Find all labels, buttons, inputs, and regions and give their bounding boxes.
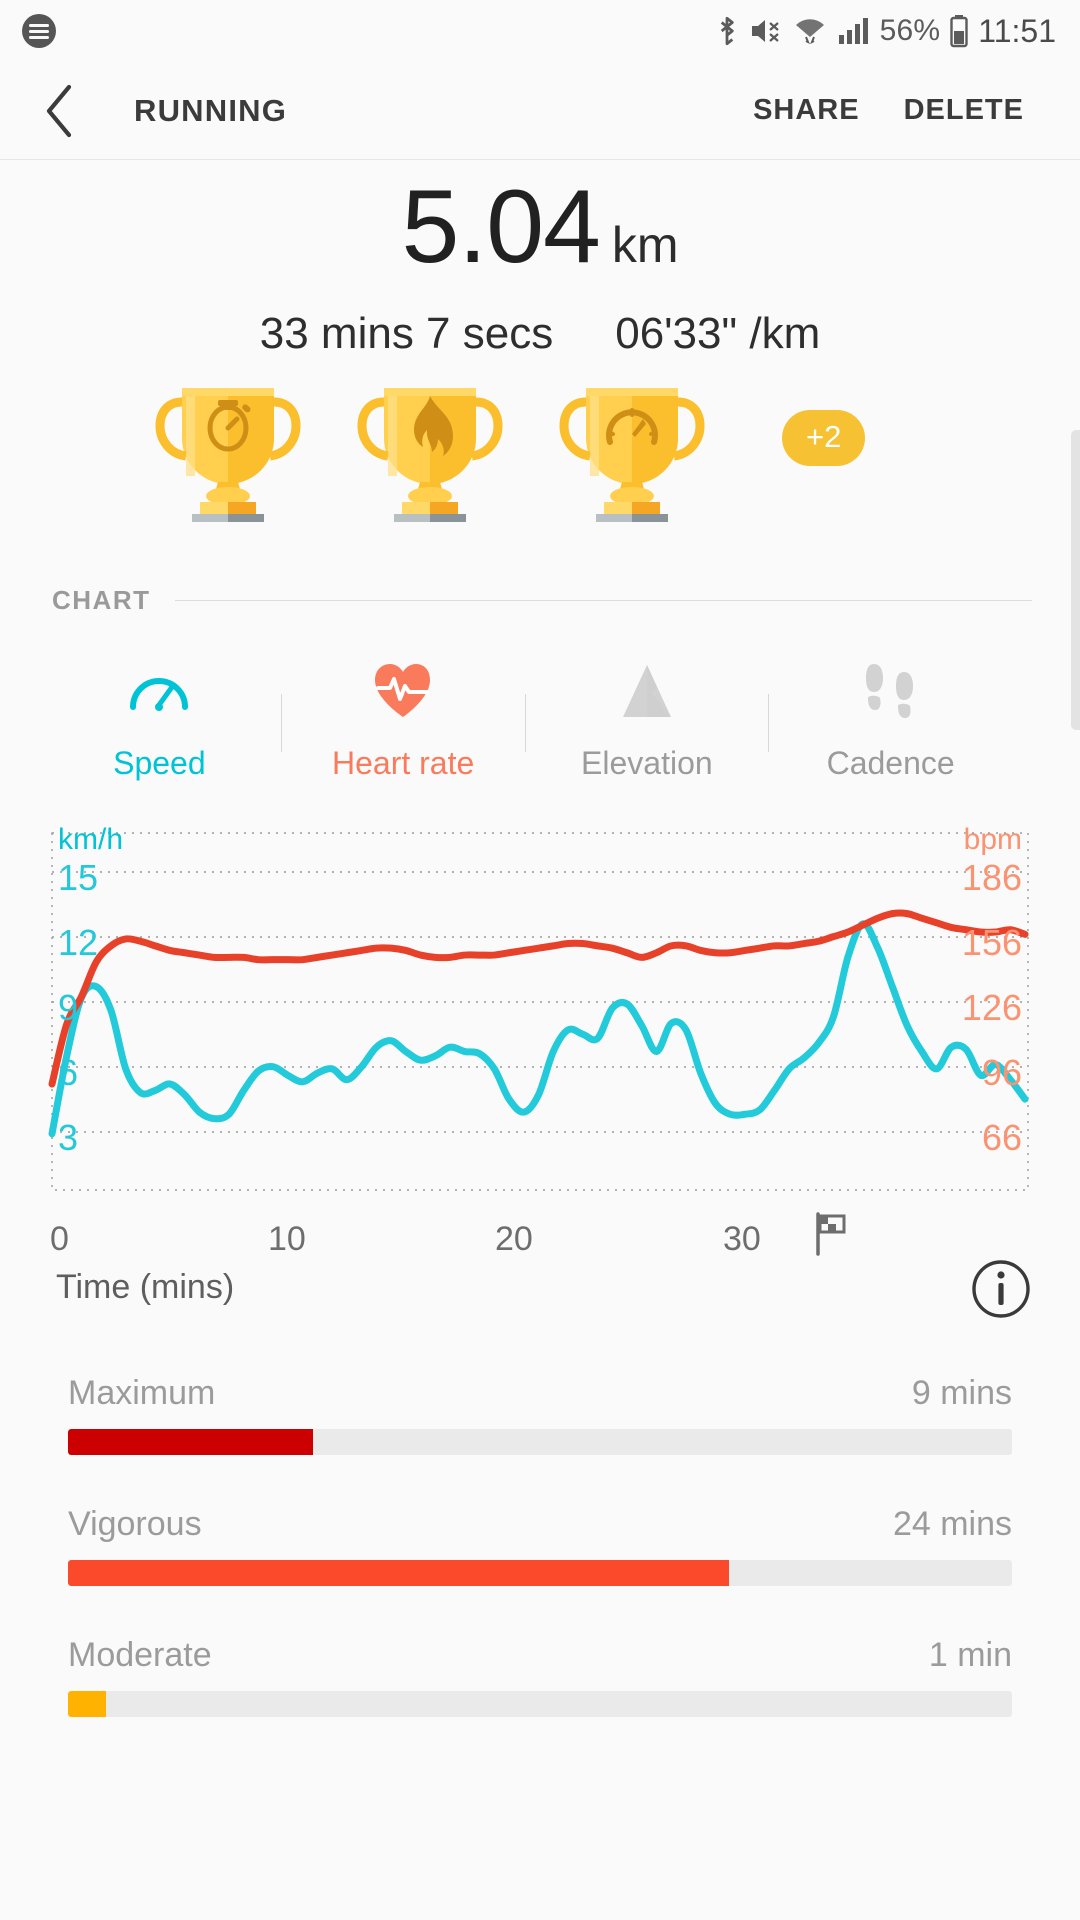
more-trophies-badge[interactable]: +2 [782,410,865,466]
heart-pulse-icon [370,659,436,723]
left-axis-tick: 6 [58,1052,78,1094]
footsteps-icon [860,659,922,723]
x-axis-tick: 10 [268,1220,306,1259]
action-bar-actions: SHARE DELETE [731,80,1080,141]
tab-label: Elevation [581,745,713,782]
right-axis-tick: 96 [982,1052,1022,1094]
bluetooth-icon [714,14,740,48]
trophy-duration[interactable] [152,362,304,522]
speedometer-icon [126,659,192,723]
workout-detail-screen: 56% 11:51 RUNNING SHARE DELETE 5.04 km [0,0,1080,1920]
pace-value: 06'33" /km [615,309,820,359]
page-scrollbar[interactable] [1071,430,1080,730]
left-axis-unit: km/h [58,823,123,857]
section-divider [175,600,1033,601]
chart-info-button[interactable] [970,1258,1032,1320]
page-title: RUNNING [134,93,287,129]
zone-progress-fill [68,1691,106,1717]
chart-x-axis: 0 10 20 30 [0,1198,1080,1258]
share-button[interactable]: SHARE [731,80,882,141]
right-axis-tick: 156 [962,922,1022,964]
zone-name: Vigorous [68,1505,202,1544]
tab-label: Speed [113,745,206,782]
x-axis-tick: 20 [495,1220,533,1259]
trophy-speed[interactable] [556,362,708,522]
tab-heart-rate[interactable]: Heart rate [282,645,525,782]
spotify-icon [22,14,56,48]
status-bar-left [22,14,56,48]
zone-progress-track [68,1691,1012,1717]
wifi-icon [792,15,828,47]
left-axis-tick: 3 [58,1117,78,1159]
zone-progress-track [68,1429,1012,1455]
zone-name: Maximum [68,1374,215,1413]
chart-section-header: CHART [52,585,1032,616]
mute-icon [749,15,783,47]
info-icon [970,1258,1032,1320]
zone-row: Maximum 9 mins [0,1374,1080,1455]
zone-value: 9 mins [912,1374,1012,1413]
tab-elevation[interactable]: Elevation [526,645,769,782]
zone-value: 1 min [929,1636,1012,1675]
finish-flag-icon [812,1210,854,1256]
status-bar: 56% 11:51 [0,0,1080,62]
right-axis-tick: 186 [962,857,1022,899]
battery-icon [949,14,969,48]
right-axis-tick: 66 [982,1117,1022,1159]
left-axis-tick: 9 [58,987,78,1029]
signal-icon [837,15,871,47]
back-button[interactable] [14,65,106,157]
tab-label: Heart rate [332,745,474,782]
distance-unit: km [612,216,679,274]
back-chevron-icon [43,84,77,138]
tab-label: Cadence [827,745,955,782]
zone-row: Moderate 1 min [0,1636,1080,1717]
zone-value: 24 mins [893,1505,1012,1544]
zone-progress-track [68,1560,1012,1586]
workout-summary: 5.04 km 33 mins 7 secs 06'33" /km [0,161,1080,359]
zone-progress-fill [68,1429,313,1455]
left-axis-tick: 15 [58,857,98,899]
zone-progress-fill [68,1560,729,1586]
right-axis-unit: bpm [964,823,1022,857]
right-axis-tick: 126 [962,987,1022,1029]
x-axis-tick: 30 [723,1220,761,1259]
delete-button[interactable]: DELETE [882,80,1046,141]
metric-tabs: Speed Heart rate Elevation [38,645,1012,782]
chart-plot [0,815,1080,1255]
action-bar: RUNNING SHARE DELETE [0,62,1080,160]
duration-value: 33 mins 7 secs [260,309,553,359]
summary-substats: 33 mins 7 secs 06'33" /km [0,309,1080,359]
left-axis-tick: 12 [58,922,98,964]
zone-name: Moderate [68,1636,212,1675]
chart-section-label: CHART [52,585,151,616]
distance-row: 5.04 km [0,161,1080,279]
distance-value: 5.04 [401,175,599,279]
tab-cadence[interactable]: Cadence [769,645,1012,782]
x-axis-tick: 0 [50,1220,69,1259]
x-axis-label: Time (mins) [56,1268,234,1307]
status-bar-right: 56% 11:51 [714,13,1056,50]
heart-rate-zones: Maximum 9 mins Vigorous 24 mins Moderate… [0,1358,1080,1717]
zone-row: Vigorous 24 mins [0,1505,1080,1586]
clock-time: 11:51 [978,13,1056,50]
activity-chart: km/h bpm 15 12 9 6 3 186 156 126 96 66 [0,815,1080,1255]
trophy-row: +2 [0,362,1080,522]
tab-speed[interactable]: Speed [38,645,281,782]
mountain-icon [609,659,685,723]
battery-percent: 56% [880,14,941,48]
trophy-calories[interactable] [354,362,506,522]
